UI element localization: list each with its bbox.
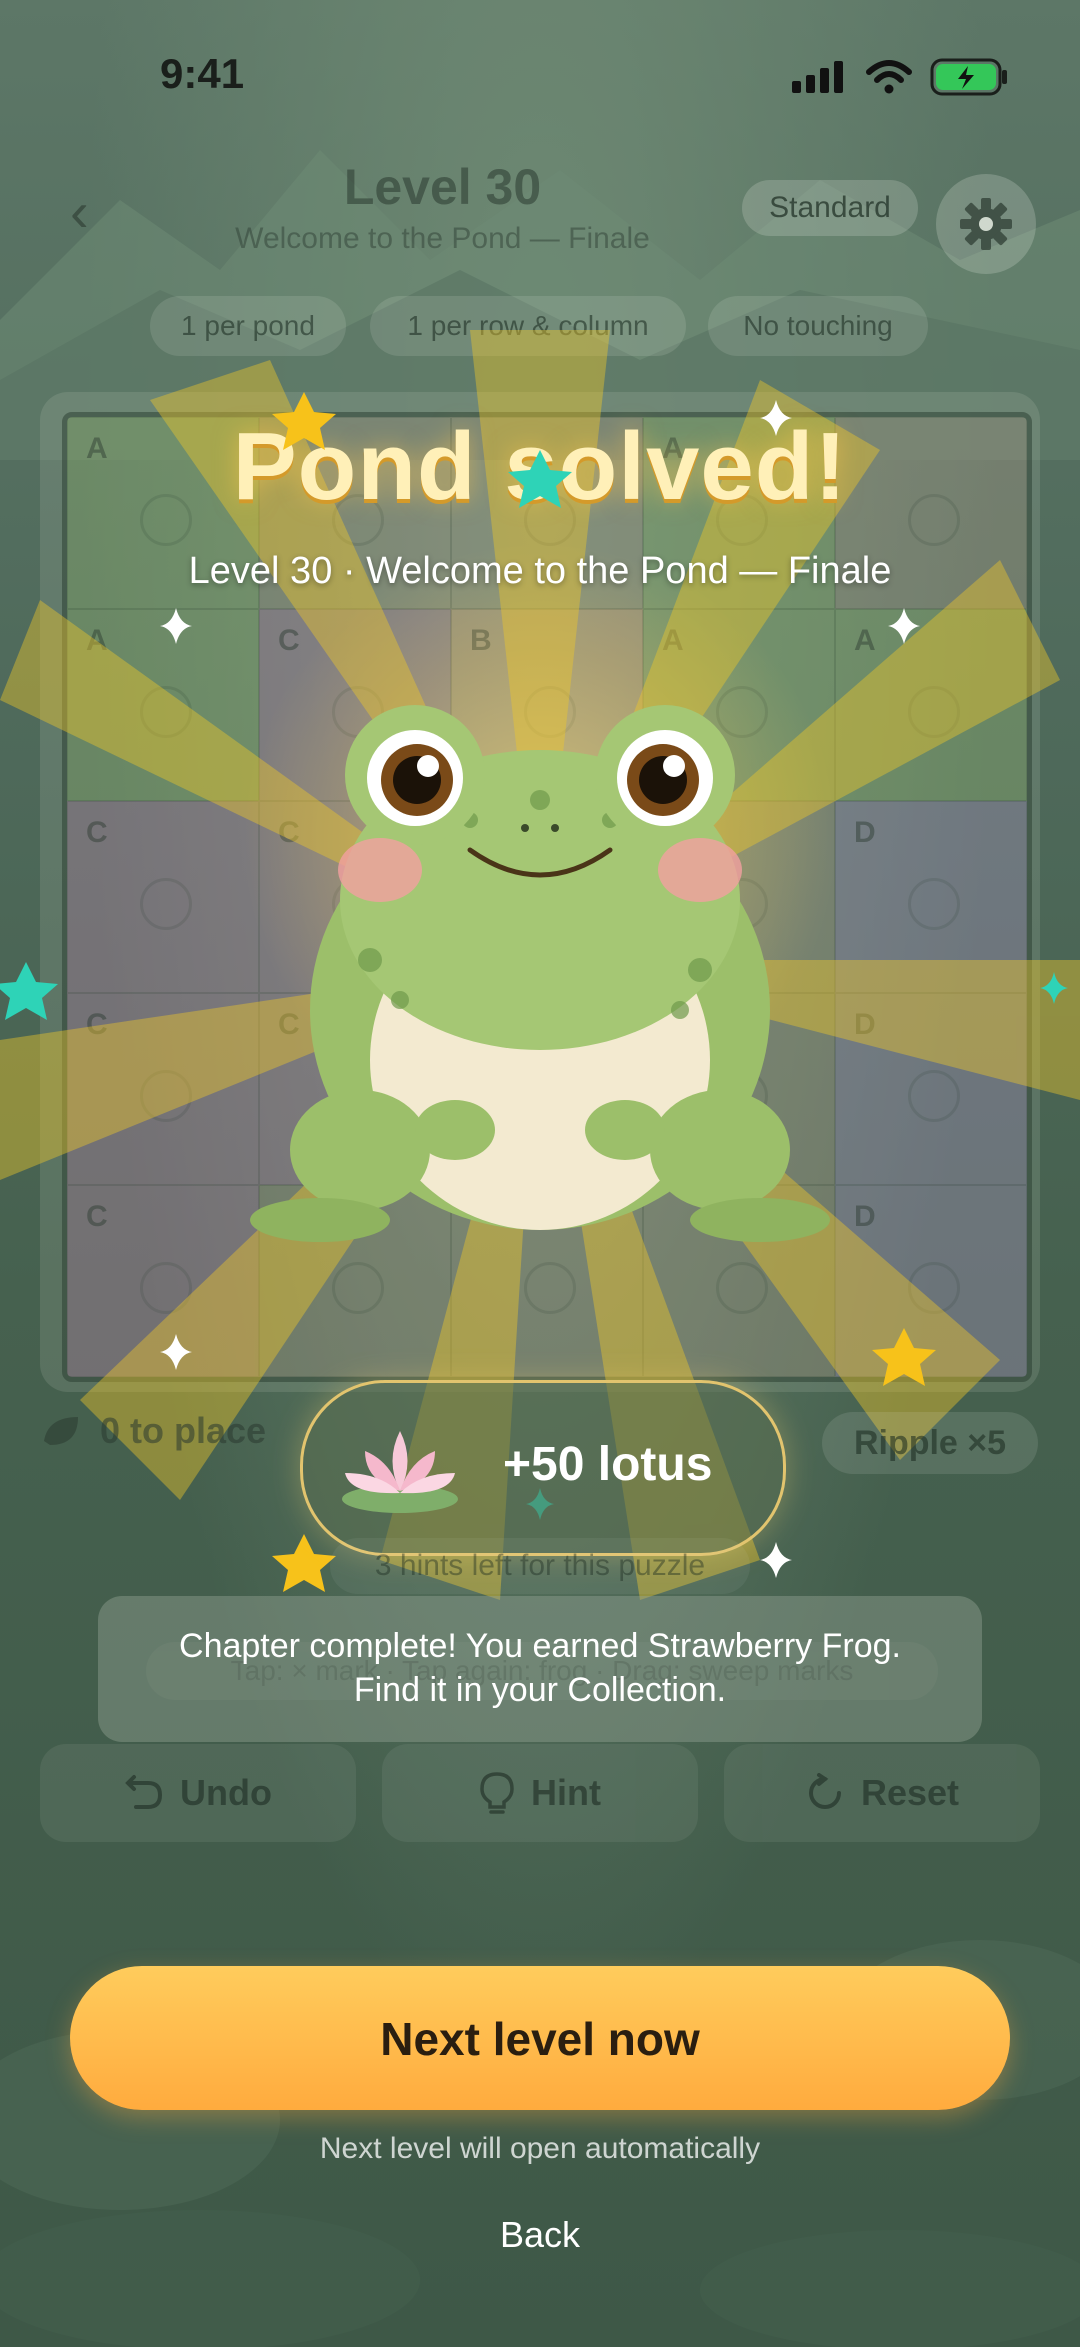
next-level-button[interactable]: Next level now [70,1966,1010,2110]
frogs-to-place: 0 to place [40,1410,266,1452]
region-letter: D [854,1008,876,1041]
bulb-icon [480,1772,514,1814]
hints-left-note: 3 hints left for this puzzle [330,1538,750,1594]
action-bar: Undo Hint Reset [40,1744,1040,1844]
undo-label: Undo [180,1772,272,1813]
cell-marker [524,1262,576,1314]
frog-illustration [250,705,830,1242]
rule-chip: 1 per pond [150,296,346,356]
region-letter: C [86,1200,108,1233]
region-letter: D [854,1200,876,1233]
hint-label: Hint [531,1772,601,1813]
region-letter: C [86,1008,108,1041]
solved-title: Pond solved! [232,413,848,520]
cell-marker [908,1070,960,1122]
reset-icon [809,1773,841,1809]
cell-marker [140,878,192,930]
board-cell[interactable]: D [835,993,1027,1185]
back-button[interactable]: Back [440,2214,640,2256]
signal-icon [792,61,843,93]
board-cell[interactable]: D [835,801,1027,993]
hint-button[interactable]: Hint [382,1744,698,1842]
cell-marker [140,1070,192,1122]
region-letter: D [854,816,876,849]
rule-chip: 1 per row & column [370,296,686,356]
settings-button[interactable] [936,174,1036,274]
board-cell[interactable]: A [835,609,1027,801]
status-time: 9:41 [160,50,245,97]
cell-marker [332,1262,384,1314]
reset-button[interactable]: Reset [724,1744,1040,1842]
gear-icon [960,198,1012,250]
undo-button[interactable]: Undo [40,1744,356,1842]
region-letter: A [86,624,108,657]
region-letter: A [854,624,876,657]
status-bar: 9:41 [0,0,1080,150]
undo-icon [125,1775,163,1809]
region-letter: C [86,816,108,849]
wifi-icon [866,60,912,94]
cell-marker [716,1262,768,1314]
chapter-message-line1: Chapter complete! You earned Strawberry … [179,1627,901,1665]
place-count-label: 0 to place [100,1410,267,1451]
cell-marker [140,686,192,738]
battery-icon [930,58,1007,96]
chapter-message-line2: Find it in your Collection. [353,1671,727,1709]
solved-subtitle: Level 30 · Welcome to the Pond — Finale [188,550,892,592]
rule-chip: No touching [708,296,928,356]
lotus-reward-pill: +50 lotus [300,1380,786,1556]
level-header: ‹ Level 30 Welcome to the Pond — Finale … [0,150,1080,274]
leaf-icon [44,1417,78,1445]
chapter-complete-banner: Chapter complete! You earned Strawberry … [98,1596,982,1742]
reward-amount: +50 lotus [503,1438,713,1491]
mode-pill[interactable]: Standard [742,180,918,236]
cell-marker [140,1262,192,1314]
cell-marker [908,686,960,738]
cell-marker [908,878,960,930]
ripple-powerup[interactable]: Ripple ×5 [822,1412,1038,1474]
auto-advance-note: Next level will open automatically [319,2132,761,2165]
reset-label: Reset [860,1772,960,1813]
region-letter: C [278,624,300,657]
reward-row: 0 to place Ripple ×5 +50 lotus [0,1380,1080,1560]
lotus-icon [342,1431,458,1513]
cell-marker [908,1262,960,1314]
board-cell[interactable]: D [835,1185,1027,1377]
rule-chips: 1 per pond 1 per row & column No touchin… [0,296,1080,362]
